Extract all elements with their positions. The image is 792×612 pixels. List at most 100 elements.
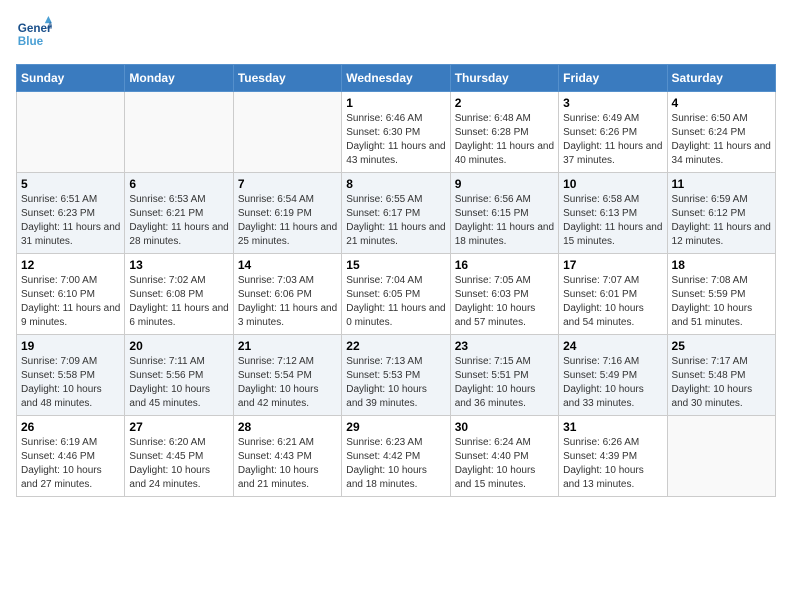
column-header-thursday: Thursday (450, 65, 558, 92)
day-number: 30 (455, 420, 554, 434)
day-info: Sunrise: 7:05 AM Sunset: 6:03 PM Dayligh… (455, 274, 554, 330)
day-number: 22 (346, 339, 445, 353)
day-number: 19 (21, 339, 120, 353)
day-info: Sunrise: 7:08 AM Sunset: 5:59 PM Dayligh… (672, 274, 771, 330)
day-info: Sunrise: 7:04 AM Sunset: 6:05 PM Dayligh… (346, 274, 445, 330)
day-number: 18 (672, 258, 771, 272)
calendar-cell (125, 92, 233, 173)
day-info: Sunrise: 6:23 AM Sunset: 4:42 PM Dayligh… (346, 436, 445, 492)
column-header-tuesday: Tuesday (233, 65, 341, 92)
day-info: Sunrise: 7:00 AM Sunset: 6:10 PM Dayligh… (21, 274, 120, 330)
day-info: Sunrise: 7:16 AM Sunset: 5:49 PM Dayligh… (563, 355, 662, 411)
day-info: Sunrise: 7:07 AM Sunset: 6:01 PM Dayligh… (563, 274, 662, 330)
day-number: 15 (346, 258, 445, 272)
day-number: 24 (563, 339, 662, 353)
day-info: Sunrise: 7:09 AM Sunset: 5:58 PM Dayligh… (21, 355, 120, 411)
calendar-cell: 3 Sunrise: 6:49 AM Sunset: 6:26 PM Daylig… (559, 92, 667, 173)
day-info: Sunrise: 6:50 AM Sunset: 6:24 PM Dayligh… (672, 112, 771, 168)
calendar-cell: 1 Sunrise: 6:46 AM Sunset: 6:30 PM Daylig… (342, 92, 450, 173)
calendar-cell: 17 Sunrise: 7:07 AM Sunset: 6:01 PM Dayli… (559, 254, 667, 335)
day-number: 7 (238, 177, 337, 191)
calendar-cell: 9 Sunrise: 6:56 AM Sunset: 6:15 PM Daylig… (450, 173, 558, 254)
day-number: 9 (455, 177, 554, 191)
calendar-cell: 15 Sunrise: 7:04 AM Sunset: 6:05 PM Dayli… (342, 254, 450, 335)
day-number: 31 (563, 420, 662, 434)
svg-text:General: General (18, 22, 52, 35)
day-number: 3 (563, 96, 662, 110)
column-header-wednesday: Wednesday (342, 65, 450, 92)
day-info: Sunrise: 6:51 AM Sunset: 6:23 PM Dayligh… (21, 193, 120, 249)
calendar-cell (667, 416, 775, 497)
day-info: Sunrise: 6:53 AM Sunset: 6:21 PM Dayligh… (129, 193, 228, 249)
calendar-cell: 23Sunrise: 7:15 AM Sunset: 5:51 PM Dayli… (450, 335, 558, 416)
day-number: 17 (563, 258, 662, 272)
calendar-cell: 14Sunrise: 7:03 AM Sunset: 6:06 PM Dayli… (233, 254, 341, 335)
column-header-friday: Friday (559, 65, 667, 92)
day-info: Sunrise: 6:56 AM Sunset: 6:15 PM Dayligh… (455, 193, 554, 249)
day-info: Sunrise: 7:17 AM Sunset: 5:48 PM Dayligh… (672, 355, 771, 411)
calendar-cell: 28Sunrise: 6:21 AM Sunset: 4:43 PM Dayli… (233, 416, 341, 497)
calendar-cell: 5 Sunrise: 6:51 AM Sunset: 6:23 PM Daylig… (17, 173, 125, 254)
day-number: 11 (672, 177, 771, 191)
column-header-monday: Monday (125, 65, 233, 92)
day-number: 12 (21, 258, 120, 272)
day-info: Sunrise: 6:59 AM Sunset: 6:12 PM Dayligh… (672, 193, 771, 249)
day-info: Sunrise: 7:13 AM Sunset: 5:53 PM Dayligh… (346, 355, 445, 411)
calendar-week-row: 19 Sunrise: 7:09 AM Sunset: 5:58 PM Dayli… (17, 335, 776, 416)
day-info: Sunrise: 7:15 AM Sunset: 5:51 PM Dayligh… (455, 355, 554, 411)
day-number: 6 (129, 177, 228, 191)
calendar-cell: 24 Sunrise: 7:16 AM Sunset: 5:49 PM Dayli… (559, 335, 667, 416)
day-number: 21 (238, 339, 337, 353)
calendar-cell: 8Sunrise: 6:55 AM Sunset: 6:17 PM Daylig… (342, 173, 450, 254)
calendar-cell: 10 Sunrise: 6:58 AM Sunset: 6:13 PM Dayli… (559, 173, 667, 254)
calendar-week-row: 5 Sunrise: 6:51 AM Sunset: 6:23 PM Daylig… (17, 173, 776, 254)
day-info: Sunrise: 7:03 AM Sunset: 6:06 PM Dayligh… (238, 274, 337, 330)
calendar-week-row: 26 Sunrise: 6:19 AM Sunset: 4:46 PM Dayli… (17, 416, 776, 497)
day-info: Sunrise: 6:46 AM Sunset: 6:30 PM Dayligh… (346, 112, 445, 168)
day-info: Sunrise: 6:49 AM Sunset: 6:26 PM Dayligh… (563, 112, 662, 168)
calendar-cell: 13Sunrise: 7:02 AM Sunset: 6:08 PM Dayli… (125, 254, 233, 335)
calendar-cell: 12 Sunrise: 7:00 AM Sunset: 6:10 PM Dayli… (17, 254, 125, 335)
calendar-cell: 19 Sunrise: 7:09 AM Sunset: 5:58 PM Dayli… (17, 335, 125, 416)
day-number: 16 (455, 258, 554, 272)
column-header-saturday: Saturday (667, 65, 775, 92)
calendar-cell: 16 Sunrise: 7:05 AM Sunset: 6:03 PM Dayli… (450, 254, 558, 335)
day-number: 25 (672, 339, 771, 353)
calendar-cell: 21 Sunrise: 7:12 AM Sunset: 5:54 PM Dayli… (233, 335, 341, 416)
day-info: Sunrise: 7:02 AM Sunset: 6:08 PM Dayligh… (129, 274, 228, 330)
calendar-cell: 22 Sunrise: 7:13 AM Sunset: 5:53 PM Dayli… (342, 335, 450, 416)
day-info: Sunrise: 7:11 AM Sunset: 5:56 PM Dayligh… (129, 355, 228, 411)
calendar-week-row: 12 Sunrise: 7:00 AM Sunset: 6:10 PM Dayli… (17, 254, 776, 335)
calendar-cell: 7 Sunrise: 6:54 AM Sunset: 6:19 PM Daylig… (233, 173, 341, 254)
calendar-cell: 20 Sunrise: 7:11 AM Sunset: 5:56 PM Dayli… (125, 335, 233, 416)
calendar-cell: 25 Sunrise: 7:17 AM Sunset: 5:48 PM Dayli… (667, 335, 775, 416)
day-info: Sunrise: 7:12 AM Sunset: 5:54 PM Dayligh… (238, 355, 337, 411)
day-info: Sunrise: 6:55 AM Sunset: 6:17 PM Dayligh… (346, 193, 445, 249)
calendar-cell: 6 Sunrise: 6:53 AM Sunset: 6:21 PM Daylig… (125, 173, 233, 254)
logo-icon: General Blue (16, 16, 52, 52)
calendar-cell: 30 Sunrise: 6:24 AM Sunset: 4:40 PM Dayli… (450, 416, 558, 497)
day-info: Sunrise: 6:54 AM Sunset: 6:19 PM Dayligh… (238, 193, 337, 249)
day-number: 4 (672, 96, 771, 110)
day-number: 10 (563, 177, 662, 191)
day-info: Sunrise: 6:58 AM Sunset: 6:13 PM Dayligh… (563, 193, 662, 249)
day-number: 20 (129, 339, 228, 353)
calendar-week-row: 1 Sunrise: 6:46 AM Sunset: 6:30 PM Daylig… (17, 92, 776, 173)
calendar-cell: 27Sunrise: 6:20 AM Sunset: 4:45 PM Dayli… (125, 416, 233, 497)
day-info: Sunrise: 6:20 AM Sunset: 4:45 PM Dayligh… (129, 436, 228, 492)
day-number: 29 (346, 420, 445, 434)
calendar-cell: 11 Sunrise: 6:59 AM Sunset: 6:12 PM Dayli… (667, 173, 775, 254)
day-number: 5 (21, 177, 120, 191)
calendar-header-row: SundayMondayTuesdayWednesdayThursdayFrid… (17, 65, 776, 92)
calendar-cell (17, 92, 125, 173)
logo: General Blue (16, 16, 56, 52)
day-number: 26 (21, 420, 120, 434)
day-info: Sunrise: 6:24 AM Sunset: 4:40 PM Dayligh… (455, 436, 554, 492)
calendar-cell: 26 Sunrise: 6:19 AM Sunset: 4:46 PM Dayli… (17, 416, 125, 497)
calendar-cell: 29 Sunrise: 6:23 AM Sunset: 4:42 PM Dayli… (342, 416, 450, 497)
day-number: 1 (346, 96, 445, 110)
day-info: Sunrise: 6:26 AM Sunset: 4:39 PM Dayligh… (563, 436, 662, 492)
day-number: 28 (238, 420, 337, 434)
day-info: Sunrise: 6:19 AM Sunset: 4:46 PM Dayligh… (21, 436, 120, 492)
page-header: General Blue (16, 16, 776, 52)
